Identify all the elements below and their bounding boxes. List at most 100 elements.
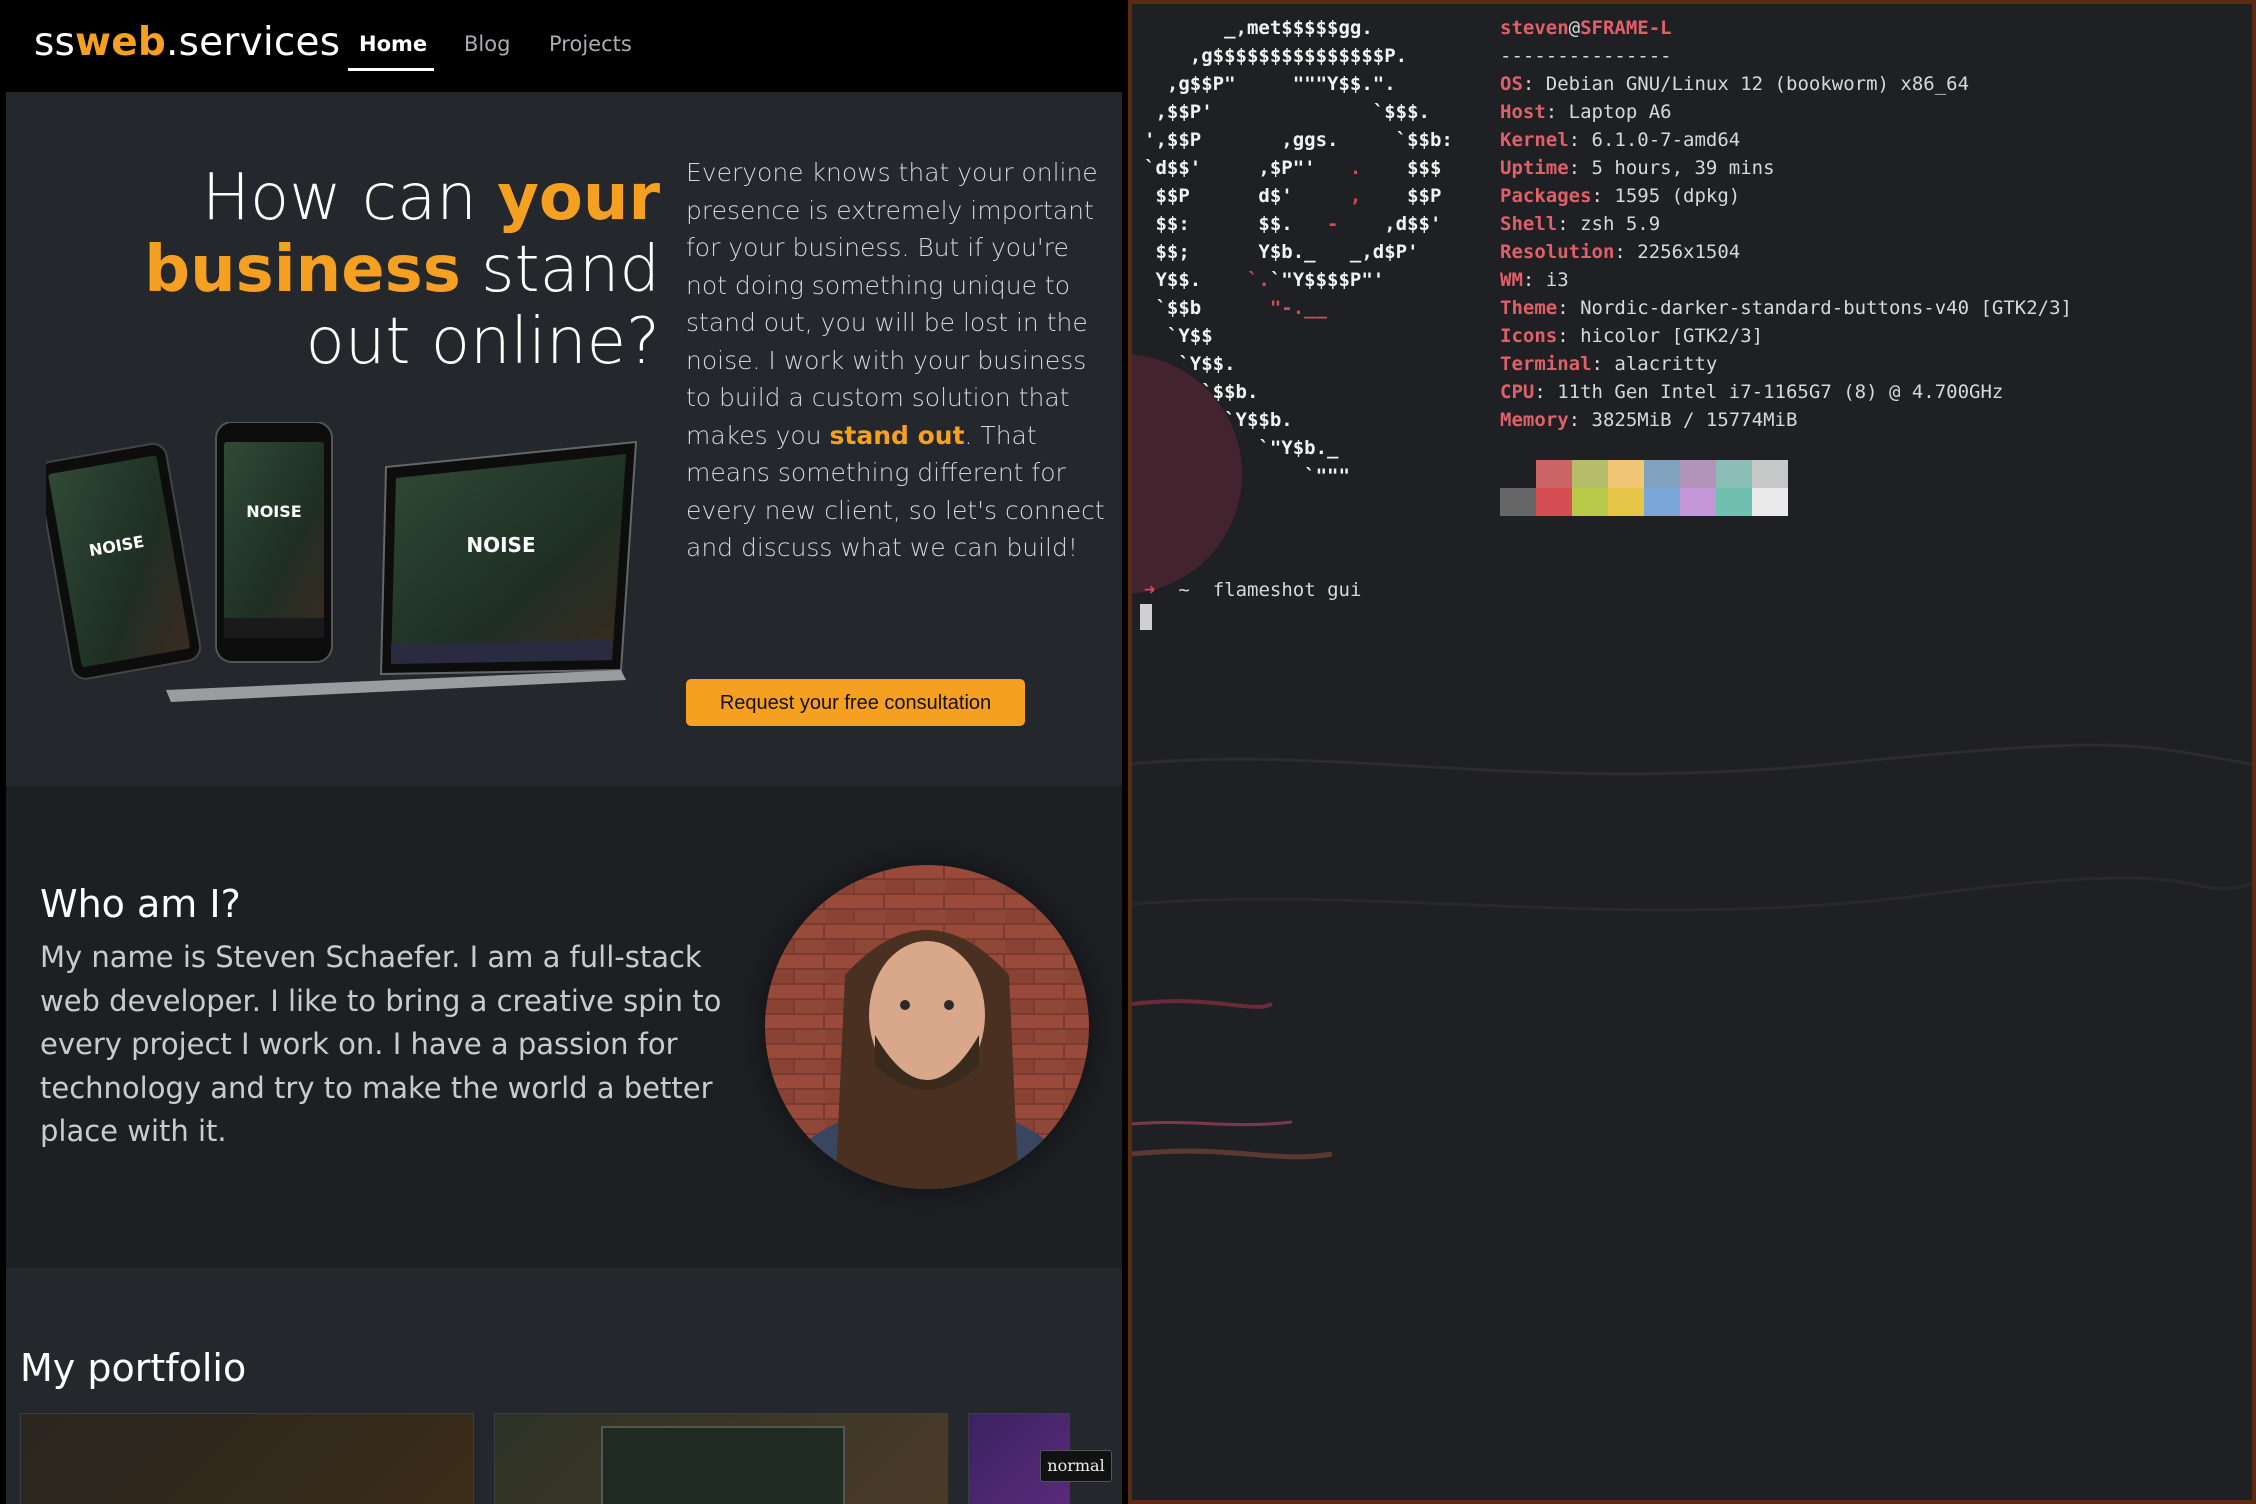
brand-prefix: ss [34, 20, 76, 65]
info-uptime: Uptime: 5 hours, 39 mins [1500, 157, 1775, 179]
info-value: 3825MiB / 15774MiB [1591, 409, 1798, 431]
svg-text:NOISE: NOISE [246, 502, 301, 521]
user-host-line: steven@SFRAME-L [1500, 14, 2072, 42]
palette-swatch [1608, 460, 1644, 488]
info-shell: Shell: zsh 5.9 [1500, 213, 1661, 235]
info-value: Laptop A6 [1568, 101, 1672, 123]
username: steven [1500, 17, 1569, 39]
info-kernel: Kernel: 6.1.0-7-amd64 [1500, 129, 1741, 151]
at-sign: @ [1568, 17, 1581, 39]
nav-link-blog[interactable]: Blog [464, 32, 510, 56]
info-resolution: Resolution: 2256x1504 [1500, 241, 1741, 263]
info-value: 11th Gen Intel i7-1165G7 (8) @ 4.700GHz [1557, 381, 2004, 403]
info-value: hicolor [GTK2/3] [1580, 325, 1764, 347]
info-value: zsh 5.9 [1580, 213, 1661, 235]
browser-window: ssweb.services Home Blog Projects How ca… [0, 0, 1128, 1504]
portfolio-card-2-screenshot [601, 1426, 845, 1504]
info-cpu: CPU: 11th Gen Intel i7-1165G7 (8) @ 4.70… [1500, 381, 2004, 403]
info-value: Nordic-darker-standard-buttons-v40 [GTK2… [1580, 297, 2072, 319]
info-terminal: Terminal: alacritty [1500, 353, 1718, 375]
portfolio-title: My portfolio [20, 1346, 247, 1390]
prompt-arrow-icon: ➜ [1144, 579, 1156, 601]
hero-heading-accent-your: your [497, 161, 660, 235]
terminal-window[interactable]: _,met$$$$$gg. ,g$$$$$$$$$$$$$$$P. ,g$$P"… [1128, 0, 2256, 1504]
hero-section: How can your business stand out online? N… [6, 92, 1122, 786]
palette-swatch [1536, 488, 1572, 516]
info-key: Packages [1500, 185, 1592, 207]
info-value: 1595 (dpkg) [1614, 185, 1741, 207]
hero-text-accent: stand out [829, 420, 965, 450]
shell-prompt: ➜ ~ flameshot gui [1144, 576, 1361, 604]
hero-heading: How can your business stand out online? [46, 162, 660, 378]
request-consultation-button[interactable]: Request your free consultation [686, 679, 1025, 726]
info-packages: Packages: 1595 (dpkg) [1500, 185, 1741, 207]
info-value: i3 [1545, 269, 1569, 291]
palette-swatch [1572, 460, 1608, 488]
info-key: Uptime [1500, 157, 1569, 179]
info-host: Host: Laptop A6 [1500, 101, 1672, 123]
about-paragraph: My name is Steven Schaefer. I am a full-… [40, 940, 722, 1148]
shell-command: flameshot gui [1212, 579, 1362, 601]
palette-swatch [1644, 460, 1680, 488]
hero-paragraph: Everyone knows that your online presence… [686, 154, 1106, 567]
info-key: Terminal [1500, 353, 1592, 375]
info-key: Kernel [1500, 129, 1569, 151]
info-value: 5 hours, 39 mins [1591, 157, 1775, 179]
info-theme: Theme: Nordic-darker-standard-buttons-v4… [1500, 297, 2072, 319]
system-info: steven@SFRAME-L --------------- OS: Debi… [1500, 14, 2072, 434]
palette-swatch [1716, 488, 1752, 516]
hostname: SFRAME-L [1580, 17, 1672, 39]
mode-indicator-badge: normal [1040, 1450, 1112, 1482]
about-section: Who am I? My name is Steven Schaefer. I … [6, 786, 1122, 1268]
info-icons: Icons: hicolor [GTK2/3] [1500, 325, 1764, 347]
site-navbar: ssweb.services Home Blog Projects [0, 0, 1128, 92]
info-memory: Memory: 3825MiB / 15774MiB [1500, 409, 1798, 431]
info-separator: --------------- [1500, 45, 1672, 67]
palette-swatch [1644, 488, 1680, 516]
palette-swatch [1500, 488, 1536, 516]
device-mockups-image: NOISE NOISE NOISE [46, 422, 638, 702]
info-key: Shell [1500, 213, 1558, 235]
terminal-cursor [1140, 604, 1152, 630]
portfolio-section: My portfolio [6, 1268, 1122, 1504]
svg-text:NOISE: NOISE [466, 533, 535, 557]
hero-heading-accent-business: business [144, 233, 461, 307]
palette-swatch [1572, 488, 1608, 516]
palette-swatch [1500, 460, 1536, 488]
info-value: Debian GNU/Linux 12 (bookworm) x86_64 [1545, 73, 1970, 95]
palette-swatch [1752, 488, 1788, 516]
info-key: Memory [1500, 409, 1569, 431]
info-value: alacritty [1614, 353, 1718, 375]
info-key: CPU [1500, 381, 1535, 403]
palette-swatch [1752, 460, 1788, 488]
info-wm: WM: i3 [1500, 269, 1569, 291]
info-value: 6.1.0-7-amd64 [1591, 129, 1741, 151]
info-key: Theme [1500, 297, 1558, 319]
prompt-directory: ~ [1178, 579, 1190, 601]
info-key: OS [1500, 73, 1523, 95]
palette-swatch [1608, 488, 1644, 516]
info-key: WM [1500, 269, 1523, 291]
info-key: Host [1500, 101, 1546, 123]
avatar [765, 865, 1089, 1189]
palette-swatch [1680, 460, 1716, 488]
info-key: Icons [1500, 325, 1558, 347]
info-key: Resolution [1500, 241, 1615, 263]
hero-heading-part1: How can [201, 161, 498, 235]
brand-accent: web [75, 20, 167, 65]
nav-link-projects[interactable]: Projects [549, 32, 632, 56]
palette-swatch [1716, 460, 1752, 488]
palette-swatch [1680, 488, 1716, 516]
nav-active-indicator [348, 68, 434, 71]
palette-swatch [1536, 460, 1572, 488]
brand-suffix: .services [166, 20, 341, 65]
about-title: Who am I? [40, 882, 241, 926]
info-os: OS: Debian GNU/Linux 12 (bookworm) x86_6… [1500, 73, 1970, 95]
portfolio-card-2[interactable] [494, 1413, 948, 1504]
brand-logo[interactable]: ssweb.services [34, 20, 340, 65]
portfolio-card-1[interactable] [20, 1413, 474, 1504]
debian-ascii-logo: _,met$$$$$gg. ,g$$$$$$$$$$$$$$$P. ,g$$P"… [1144, 17, 1453, 487]
nav-link-home[interactable]: Home [359, 32, 427, 56]
info-value: 2256x1504 [1637, 241, 1741, 263]
hero-text-part1: Everyone knows that your online presence… [686, 158, 1098, 450]
